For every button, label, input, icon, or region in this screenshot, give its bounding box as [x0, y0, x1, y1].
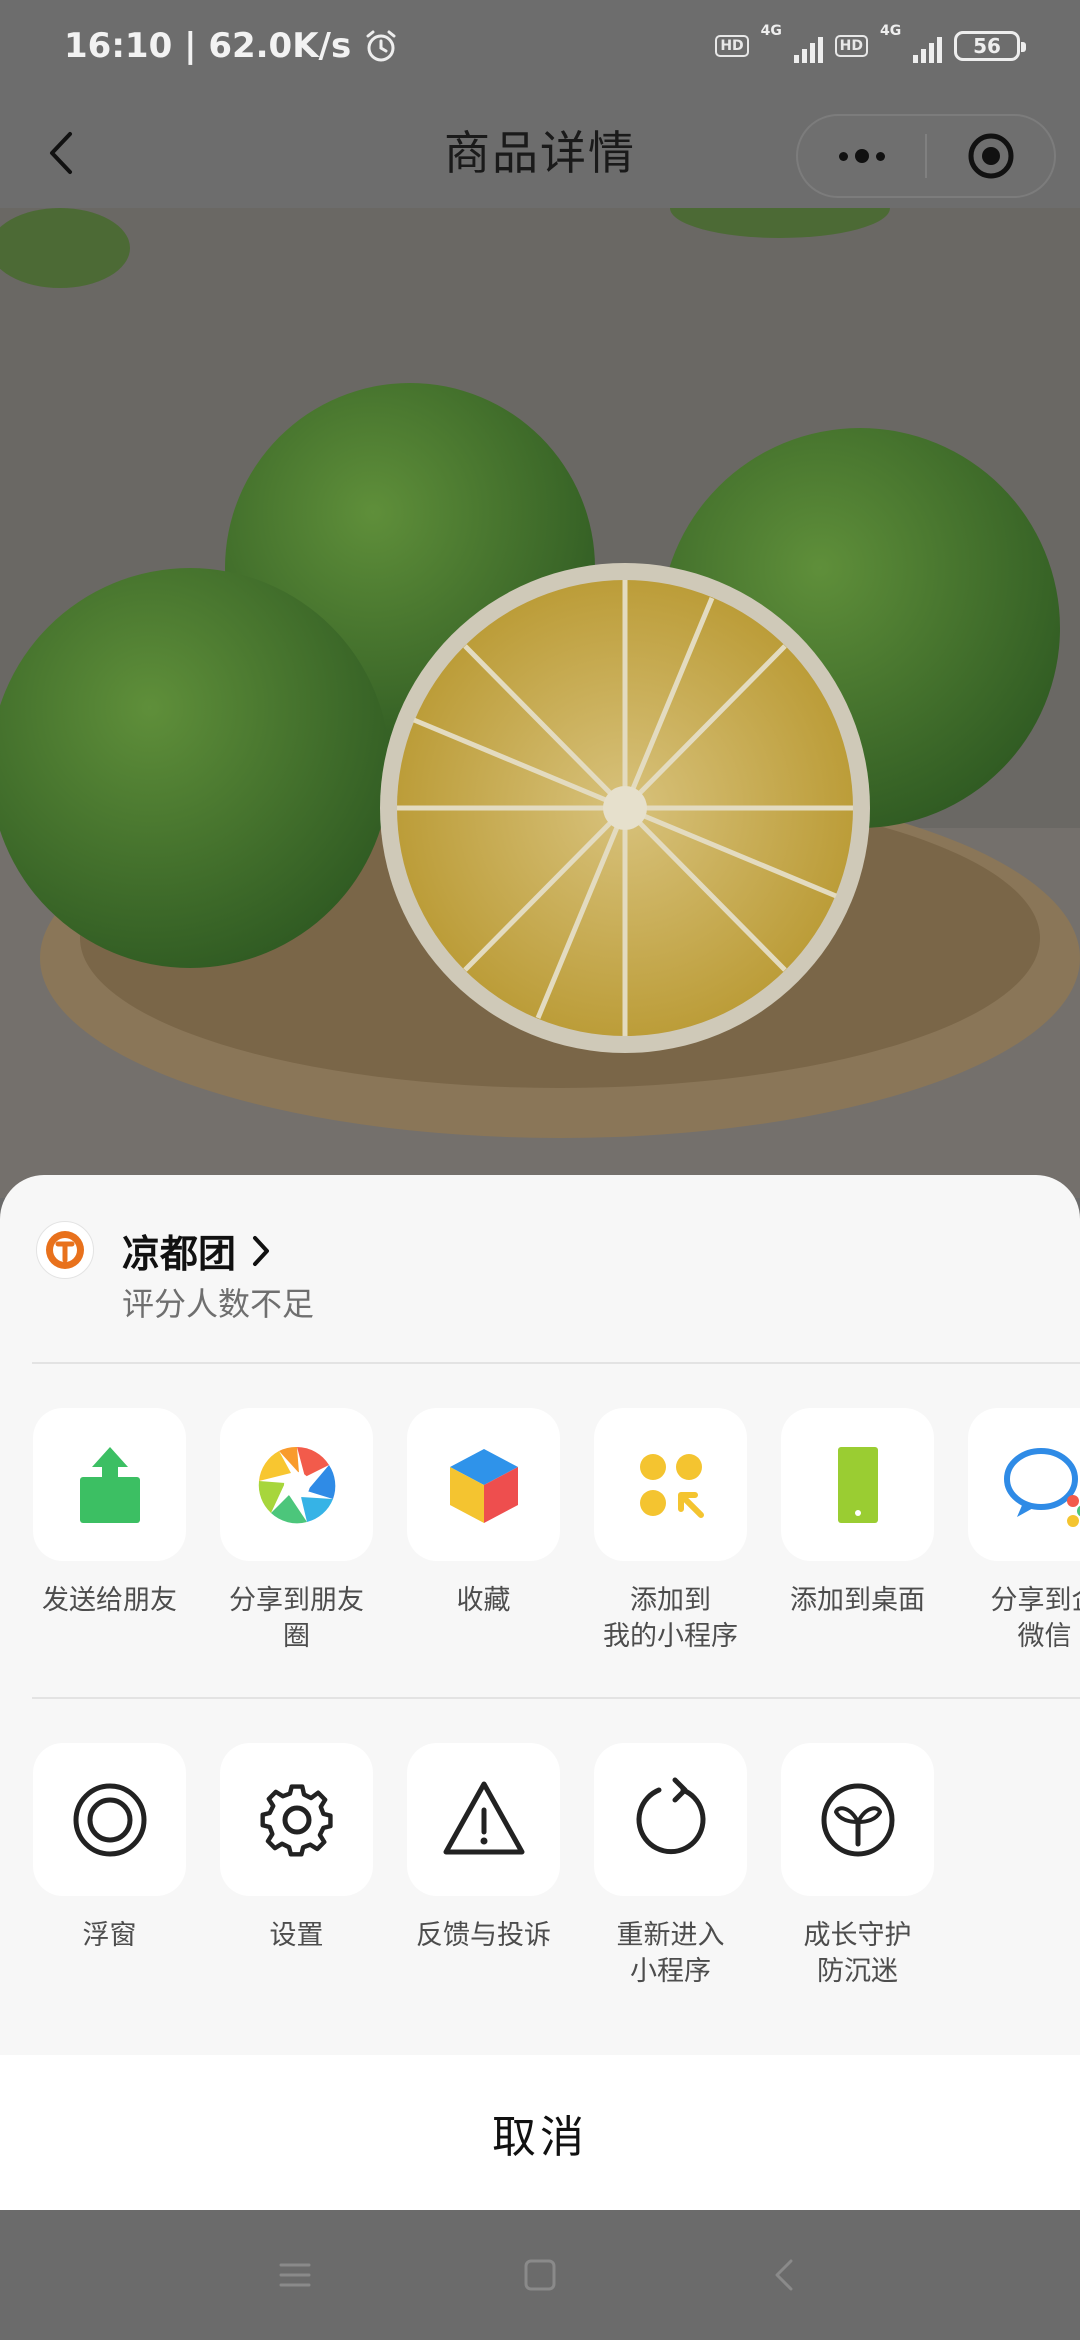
- floating-window-tile: [33, 1743, 186, 1896]
- reload-icon: [636, 1777, 705, 1854]
- mini-program-header[interactable]: 凉都团 评分人数不足: [0, 1175, 1080, 1363]
- chevron-right-icon: [253, 1235, 270, 1266]
- more-button[interactable]: [798, 116, 925, 196]
- page-title: 商品详情: [444, 126, 636, 180]
- wecom-icon: [1003, 1447, 1080, 1527]
- status-right: HD 4G HD 4G 56: [715, 23, 1026, 65]
- citrus-photo: [0, 208, 1080, 1198]
- signal-1: 4G: [761, 23, 823, 65]
- favorite-button[interactable]: 收藏: [390, 1408, 577, 1619]
- cancel-button[interactable]: 取消: [0, 2055, 1080, 2210]
- product-image: [0, 208, 1080, 1198]
- battery-indicator: 56: [954, 31, 1026, 61]
- close-target-icon: [968, 133, 1013, 179]
- growth-guard-icon: [821, 1783, 894, 1856]
- actions-divider: [32, 1697, 1080, 1699]
- action-label: 浮窗: [82, 1920, 137, 1951]
- reenter-mini-program-tile: [594, 1743, 747, 1896]
- share-to-wecom-tile: [968, 1408, 1080, 1561]
- add-to-desktop-button[interactable]: 添加到桌面: [764, 1408, 951, 1619]
- add-to-my-mini-programs-button[interactable]: 添加到 我的小程序: [577, 1408, 764, 1655]
- favorite-cube-icon: [449, 1448, 518, 1523]
- share-to-moments-tile: [220, 1408, 373, 1561]
- warning-triangle-icon: [443, 1781, 524, 1854]
- settings-tile: [220, 1743, 373, 1896]
- liangdutuan-logo-icon: [46, 1231, 84, 1269]
- send-to-friend-icon: [79, 1446, 140, 1523]
- status-left: 16:10 | 62.0K/s: [64, 26, 399, 66]
- floating-window-icon: [73, 1783, 146, 1856]
- action-label: 添加到 我的小程序: [603, 1585, 738, 1652]
- mini-program-capsule: [796, 114, 1056, 198]
- action-label: 收藏: [456, 1585, 511, 1616]
- home-icon[interactable]: [520, 2255, 560, 2295]
- alarm-icon: [366, 30, 396, 62]
- growth-guard-button[interactable]: 成长守护 防沉迷: [764, 1743, 951, 1990]
- moments-icon: [258, 1446, 335, 1523]
- favorite-tile: [407, 1408, 560, 1561]
- add-to-desktop-icon: [837, 1446, 878, 1523]
- action-label: 发送给朋友: [42, 1585, 177, 1616]
- mini-program-logo: [36, 1221, 94, 1279]
- system-nav-bar: [0, 2210, 1080, 2340]
- action-label: 分享到企 微信: [990, 1585, 1080, 1652]
- back-arrow-icon[interactable]: [38, 128, 88, 178]
- mini-program-name-row[interactable]: 凉都团: [122, 1223, 272, 1278]
- mini-program-name: 凉都团: [122, 1232, 237, 1276]
- menu-icon[interactable]: [275, 2255, 315, 2295]
- more-dots-icon: [838, 149, 885, 163]
- share-to-moments-button[interactable]: 分享到朋友 圈: [203, 1408, 390, 1655]
- feedback-complaint-tile: [407, 1743, 560, 1896]
- close-mini-program-button[interactable]: [927, 116, 1054, 196]
- share-to-wecom-button[interactable]: 分享到企 微信: [951, 1408, 1080, 1655]
- action-label: 成长守护 防沉迷: [803, 1920, 912, 1987]
- network-type-2: 4G: [880, 23, 902, 39]
- cancel-label: 取消: [492, 2111, 588, 2163]
- settings-gear-icon: [259, 1783, 333, 1857]
- tool-actions-row: 浮窗 设置 反馈与投诉 重新进入 小程序 成长守护 防沉迷: [0, 1743, 1080, 2033]
- growth-guard-tile: [781, 1743, 934, 1896]
- hd-badge-2: HD: [834, 35, 868, 57]
- battery-level: 56: [973, 34, 1001, 58]
- add-mini-program-icon: [639, 1453, 704, 1518]
- send-to-friend-tile: [33, 1408, 186, 1561]
- settings-button[interactable]: 设置: [203, 1743, 390, 1954]
- status-time-speed: 16:10 | 62.0K/s: [64, 26, 352, 66]
- feedback-complaint-button[interactable]: 反馈与投诉: [390, 1743, 577, 1954]
- action-label: 反馈与投诉: [416, 1920, 551, 1951]
- signal-bars-icon: [913, 37, 942, 63]
- floating-window-button[interactable]: 浮窗: [16, 1743, 203, 1954]
- back-icon[interactable]: [765, 2255, 805, 2295]
- add-to-my-mini-programs-tile: [594, 1408, 747, 1561]
- network-type-1: 4G: [760, 23, 782, 39]
- mini-program-rating: 评分人数不足: [122, 1285, 315, 1323]
- action-label: 设置: [269, 1920, 324, 1951]
- signal-2: 4G: [880, 23, 942, 65]
- action-label: 添加到桌面: [790, 1585, 925, 1616]
- header-divider: [32, 1362, 1080, 1364]
- reenter-mini-program-button[interactable]: 重新进入 小程序: [577, 1743, 764, 1990]
- action-label: 分享到朋友 圈: [229, 1585, 364, 1652]
- nav-bar: 商品详情: [0, 92, 1080, 208]
- share-actions-row: 发送给朋友 分享到朋友 圈 收藏 添加到 我的小程序 添加到桌面 分享到 微信: [0, 1408, 1080, 1698]
- status-bar: 16:10 | 62.0K/s HD 4G HD 4G 56: [0, 0, 1080, 92]
- signal-bars-icon: [793, 37, 823, 63]
- add-to-desktop-tile: [781, 1408, 934, 1561]
- send-to-friend-button[interactable]: 发送给朋友: [16, 1408, 203, 1619]
- action-label: 重新进入 小程序: [616, 1920, 725, 1987]
- hd-badge-1: HD: [715, 35, 749, 57]
